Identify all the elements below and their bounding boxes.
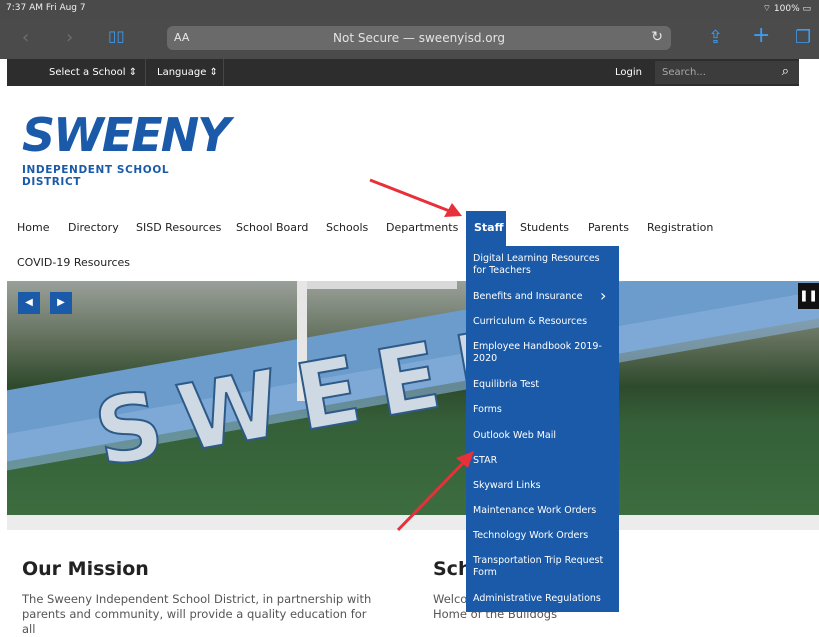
nav-students[interactable]: Students [520, 221, 569, 234]
new-tab-icon[interactable]: + [752, 23, 770, 48]
battery-level: 100% [773, 4, 800, 14]
pause-button[interactable]: ❚❚ [798, 283, 819, 309]
nav-parents[interactable]: Parents [588, 221, 629, 234]
hero-footer-strip [7, 515, 819, 530]
back-icon[interactable]: ‹ [22, 27, 29, 48]
reload-icon[interactable]: ↻ [651, 29, 663, 45]
clock: 7:37 AM Fri Aug 7 [6, 3, 86, 13]
search-icon[interactable]: ⌕ [782, 64, 789, 79]
select-school-dropdown[interactable]: Select a School ⇕ [49, 67, 137, 78]
forward-icon[interactable]: › [66, 27, 73, 48]
menu-item-outlook[interactable]: Outlook Web Mail [473, 430, 613, 442]
menu-item-admin-regulations[interactable]: Administrative Regulations [473, 593, 613, 605]
nav-sisd-resources[interactable]: SISD Resources [136, 221, 221, 234]
menu-item-maintenance[interactable]: Maintenance Work Orders [473, 505, 613, 517]
hero-field-lettering: SWEENY [86, 287, 643, 489]
menu-item-curriculum[interactable]: Curriculum & Resources [473, 316, 613, 328]
battery-indicator: ⌔ 100% ▭ [762, 4, 811, 14]
menu-item-skyward[interactable]: Skyward Links [473, 480, 613, 492]
site-search[interactable]: Search... ⌕ [655, 61, 799, 84]
mission-text: The Sweeny Independent School District, … [22, 592, 372, 636]
next-slide-button[interactable]: ▶ [50, 292, 72, 314]
divider [223, 59, 224, 86]
nav-departments[interactable]: Departments [386, 221, 458, 234]
status-bar: 7:37 AM Fri Aug 7 ⌔ 100% ▭ [0, 0, 819, 18]
menu-item-benefits[interactable]: Benefits and Insurance [473, 291, 613, 303]
menu-item-employee-handbook[interactable]: Employee Handbook 2019-2020 [473, 341, 613, 365]
nav-home[interactable]: Home [17, 221, 49, 234]
bookmarks-icon[interactable]: ▯▯ [108, 27, 125, 45]
annotation-arrow [369, 178, 453, 214]
browser-toolbar: ‹ › ▯▯ AA Not Secure — sweenyisd.org ↻ ⇪… [0, 18, 819, 59]
annotation-arrowhead [444, 203, 462, 217]
url-text: Not Secure — sweenyisd.org [333, 31, 505, 45]
divider [145, 59, 146, 86]
nav-registration[interactable]: Registration [647, 221, 713, 234]
search-input[interactable]: Search... [662, 67, 706, 78]
nav-school-board[interactable]: School Board [236, 221, 308, 234]
logo-subtitle: INDEPENDENT SCHOOL DISTRICT [22, 164, 170, 188]
address-bar[interactable]: AA Not Secure — sweenyisd.org ↻ [167, 26, 671, 50]
login-link[interactable]: Login [615, 67, 642, 78]
menu-item-technology[interactable]: Technology Work Orders [473, 530, 613, 542]
district-logo[interactable]: SWEENY INDEPENDENT SCHOOL DISTRICT [22, 108, 231, 188]
tabs-icon[interactable]: ❐ [795, 27, 811, 48]
logo-wordmark: SWEENY [22, 108, 231, 162]
menu-item-digital-learning[interactable]: Digital Learning Resources for Teachers [473, 253, 613, 277]
nav-directory[interactable]: Directory [68, 221, 119, 234]
menu-item-forms[interactable]: Forms [473, 404, 613, 416]
hero-slideshow: SWEENY [7, 281, 819, 515]
nav-schools[interactable]: Schools [326, 221, 368, 234]
menu-item-star[interactable]: STAR [473, 455, 613, 467]
language-dropdown[interactable]: Language ⇕ [157, 67, 218, 78]
nav-staff[interactable]: Staff [474, 221, 504, 234]
site-utility-bar: Select a School ⇕ Language ⇕ Login Searc… [7, 59, 799, 86]
menu-item-transportation[interactable]: Transportation Trip Request Form [473, 555, 613, 579]
chevron-right-icon[interactable]: › [600, 286, 606, 305]
nav-covid-19-resources[interactable]: COVID-19 Resources [17, 256, 130, 269]
prev-slide-button[interactable]: ◀ [18, 292, 40, 314]
share-icon[interactable]: ⇪ [708, 27, 723, 48]
menu-item-equilibria[interactable]: Equilibria Test [473, 379, 613, 391]
mission-heading: Our Mission [22, 558, 149, 580]
